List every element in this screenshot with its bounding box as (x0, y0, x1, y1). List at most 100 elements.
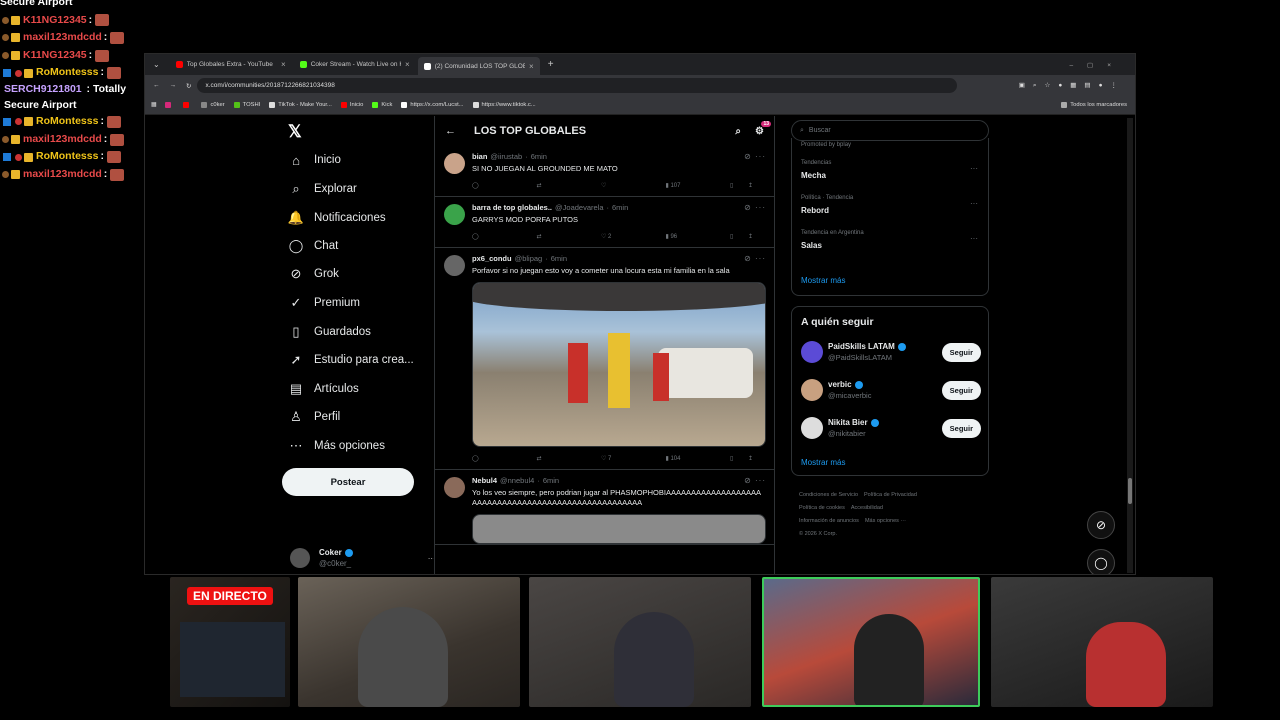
views-icon[interactable]: ▮ 96 (666, 233, 731, 240)
chat-fab-icon[interactable]: ◯ (1087, 549, 1115, 574)
tweet-author[interactable]: Nebul4 (472, 476, 497, 485)
nav-item-guardados[interactable]: ▯ Guardados (288, 324, 370, 340)
footer-link[interactable]: Accesibilidad (851, 505, 883, 511)
footer-link[interactable]: © 2026 X Corp. (799, 531, 837, 537)
close-icon[interactable]: × (405, 60, 410, 69)
nav-item-chat[interactable]: ◯ Chat (288, 238, 339, 254)
nav-item-perfil[interactable]: ♙ Perfil (288, 409, 340, 425)
back-icon[interactable]: ← (153, 82, 160, 89)
views-icon[interactable]: ▮ 107 (666, 182, 731, 189)
nav-item-estudio-para-crea[interactable]: ➚ Estudio para crea... (288, 352, 414, 368)
nav-item-notificaciones[interactable]: 🔔 Notificaciones (288, 210, 386, 226)
tweet-media-image[interactable] (472, 514, 766, 544)
show-more-trends[interactable]: Mostrar más (801, 276, 845, 285)
avatar[interactable] (444, 477, 465, 498)
bookmark-2[interactable]: TikTok - Make Your... (269, 102, 332, 108)
x-logo-icon[interactable]: 𝕏 (288, 122, 302, 142)
footer-link[interactable]: Más opciones ··· (865, 518, 906, 524)
tab-kick[interactable]: Coker Stream - Watch Live on K × (294, 57, 416, 73)
nav-item-inicio[interactable]: ⌂ Inicio (288, 152, 341, 168)
show-more-follow[interactable]: Mostrar más (801, 458, 845, 467)
bookmark-6[interactable]: https://www.tiktok.c... (472, 102, 536, 108)
tweet[interactable]: px6_condu @blipag · 6min ⊘ ··· Porfavor si no… (435, 248, 774, 470)
avatar[interactable] (801, 417, 823, 439)
follow-button[interactable]: Seguir (941, 418, 981, 438)
footer-link[interactable]: Condiciones de Servicio (799, 492, 858, 498)
avatar[interactable] (444, 204, 465, 225)
avatar[interactable] (444, 255, 465, 276)
tweet[interactable]: bian @iirustab · 6min ⊘ ··· SI NO JUEGAN AL G… (435, 146, 774, 197)
scrollbar[interactable] (1127, 118, 1133, 573)
avatar[interactable] (801, 341, 823, 363)
like-icon[interactable]: ♡ 2 (601, 233, 666, 240)
views-icon[interactable]: ▮ 104 (666, 455, 731, 462)
back-arrow-icon[interactable]: ← (445, 125, 456, 137)
nav-item-explorar[interactable]: ⌕ Explorar (288, 181, 356, 197)
reply-icon[interactable]: ◯ (472, 233, 537, 240)
search-icon[interactable]: ⌕ (735, 126, 741, 137)
more-icon[interactable]: ⊘ ··· (744, 254, 766, 263)
settings-icon[interactable]: ⚙ 13 (755, 120, 771, 137)
bookmark-3[interactable]: Inicio (340, 102, 363, 108)
retweet-icon[interactable]: ⇄ (537, 233, 602, 240)
bookmark-youtube[interactable] (183, 102, 192, 108)
profile-switcher[interactable]: Coker @c0ker_ ··· (290, 548, 436, 568)
tweet-author[interactable]: px6_condu (472, 254, 512, 263)
retweet-icon[interactable]: ⇄ (537, 455, 602, 462)
like-icon[interactable]: ♡ 7 (601, 455, 666, 462)
close-icon[interactable]: × (529, 62, 534, 71)
tweet-author[interactable]: barra de top globales.. (472, 203, 552, 212)
bookmark-0[interactable]: c0ker (201, 102, 225, 108)
like-icon[interactable]: ♡ (601, 182, 666, 189)
retweet-icon[interactable]: ⇄ (537, 182, 602, 189)
url-field[interactable]: x.com/i/communities/2018712266821034398 (197, 78, 958, 93)
follow-button[interactable]: Seguir (941, 380, 981, 400)
bookmark-icon[interactable]: ▯ (730, 455, 748, 462)
trend-item[interactable]: Política · Tendencia Rebord (801, 195, 853, 215)
more-icon[interactable]: ⊘ ··· (744, 476, 766, 485)
reply-icon[interactable]: ◯ (472, 455, 537, 462)
more-icon[interactable]: ⊘ ··· (744, 152, 766, 161)
trend-item[interactable]: Tendencia en Argentina Salas (801, 230, 864, 250)
bookmark-5[interactable]: https://x.com/Lucst... (401, 102, 464, 108)
tweet[interactable]: barra de top globales.. @Joadevarela · 6min… (435, 197, 774, 248)
scroll-thumb[interactable] (1128, 478, 1132, 504)
who-to-follow-item[interactable]: verbic @micaverbic Seguir (801, 379, 981, 401)
share-icon[interactable]: ↥ (748, 455, 766, 462)
post-button[interactable]: Postear (282, 468, 414, 496)
avatar[interactable] (444, 153, 465, 174)
bookmark-icon[interactable]: ▯ (730, 182, 748, 189)
reply-icon[interactable]: ◯ (472, 182, 537, 189)
new-tab-button[interactable]: + (548, 59, 554, 70)
more-icon[interactable]: ··· (970, 199, 978, 208)
share-icon[interactable]: ↥ (748, 233, 766, 240)
footer-link[interactable]: Información de anuncios (799, 518, 859, 524)
extensions-icons[interactable]: ▣⌕☆●▦▤●⋮ (1019, 81, 1125, 90)
reload-icon[interactable]: ↻ (186, 82, 191, 90)
tweet[interactable]: Nebul4 @nnebul4 · 6min ⊘ ··· Yo los veo siemp… (435, 470, 774, 545)
window-controls[interactable]: –▢× (1069, 61, 1125, 69)
more-icon[interactable]: ⊘ ··· (744, 203, 766, 212)
nav-item-más-opciones[interactable]: ⋯ Más opciones (288, 438, 385, 454)
avatar[interactable] (801, 379, 823, 401)
forward-icon[interactable]: → (170, 82, 177, 89)
footer-link[interactable]: Política de Privacidad (864, 492, 917, 498)
more-icon[interactable]: ··· (970, 234, 978, 243)
who-to-follow-item[interactable]: Nikita Bier @nikitabier Seguir (801, 417, 981, 439)
tweet-author[interactable]: bian (472, 152, 487, 161)
nav-item-grok[interactable]: ⊘ Grok (288, 266, 339, 282)
bookmark-1[interactable]: TOSHI (233, 102, 260, 108)
nav-item-premium[interactable]: ✓ Premium (288, 295, 360, 311)
bookmark-icon[interactable]: ▯ (730, 233, 748, 240)
tab-search-icon[interactable]: ⌄ (153, 60, 160, 69)
grok-fab-icon[interactable]: ⊘ (1087, 511, 1115, 539)
apps-icon[interactable]: ▦ (151, 102, 156, 108)
tweet-media-image[interactable] (472, 282, 766, 447)
footer-link[interactable]: Política de cookies (799, 505, 845, 511)
tab-x-community[interactable]: (2) Comunidad LOS TOP GLOB × (417, 57, 540, 75)
trend-item[interactable]: Tendencias Mecha (801, 160, 831, 180)
nav-item-artículos[interactable]: ▤ Artículos (288, 381, 359, 397)
close-icon[interactable]: × (281, 60, 286, 69)
all-bookmarks[interactable]: Todos los marcadores (1061, 102, 1127, 108)
follow-button[interactable]: Seguir (941, 342, 981, 362)
